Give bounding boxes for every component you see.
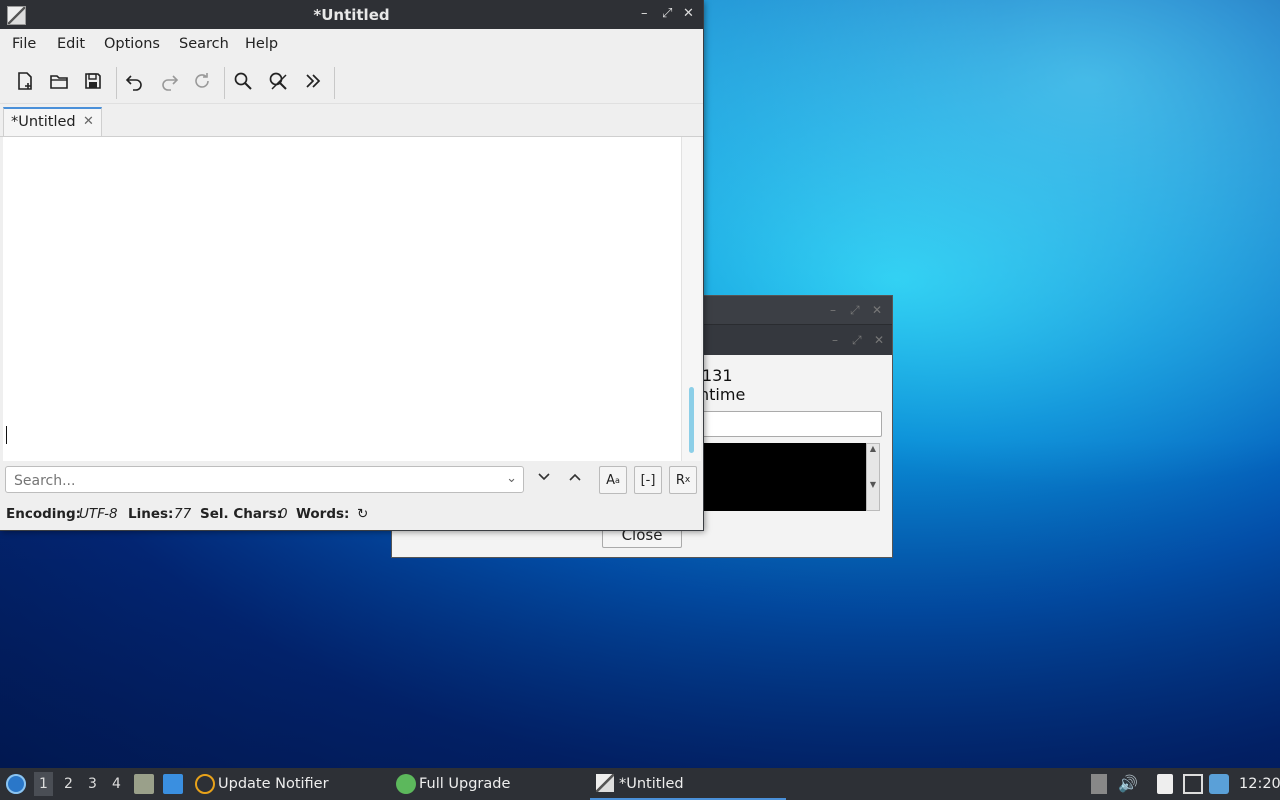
search-icon bbox=[234, 72, 252, 90]
search-field[interactable]: ⌄ bbox=[5, 466, 524, 493]
dialog-text-line1: 131 bbox=[702, 366, 733, 385]
open-button[interactable] bbox=[45, 67, 73, 95]
gear-icon bbox=[396, 774, 416, 794]
menu-help[interactable]: Help bbox=[245, 36, 278, 52]
new-document-icon bbox=[18, 72, 32, 90]
close-icon[interactable]: ✕ bbox=[872, 303, 882, 317]
network-icon[interactable] bbox=[1183, 774, 1203, 794]
terminal-output bbox=[692, 443, 866, 511]
find-previous-button[interactable] bbox=[568, 470, 582, 488]
workspace-3[interactable]: 3 bbox=[88, 776, 97, 792]
taskbar: 1 2 3 4 Update Notifier Full Upgrade *Un… bbox=[0, 768, 1280, 800]
find-button[interactable] bbox=[229, 67, 257, 95]
sel-chars-label: Sel. Chars: bbox=[200, 506, 283, 522]
regex-icon: R bbox=[675, 472, 685, 488]
toolbar bbox=[0, 59, 703, 104]
tray-up-arrow-icon[interactable] bbox=[1091, 774, 1107, 794]
folder-icon bbox=[50, 75, 68, 89]
scrollbar-thumb[interactable] bbox=[689, 387, 694, 453]
clock[interactable]: 12:20 bbox=[1239, 776, 1280, 792]
text-editor-icon bbox=[596, 774, 614, 792]
task-untitled[interactable]: *Untitled bbox=[619, 776, 684, 792]
dialog-input-field[interactable] bbox=[692, 411, 882, 437]
workspace-2[interactable]: 2 bbox=[64, 776, 73, 792]
tab-bar: *Untitled ✕ bbox=[0, 104, 703, 137]
lines-value: 77 bbox=[174, 506, 192, 522]
editor-scrollbar[interactable] bbox=[681, 137, 701, 461]
workspace-4[interactable]: 4 bbox=[112, 776, 121, 792]
menu-file[interactable]: File bbox=[12, 36, 36, 52]
minimize-icon[interactable]: – bbox=[832, 333, 838, 347]
match-case-icon: A bbox=[606, 472, 615, 488]
status-bar: Encoding: UTF-8 Lines: 77 Sel. Chars: 0 … bbox=[0, 502, 703, 528]
toolbar-separator bbox=[224, 67, 225, 99]
task-full-upgrade[interactable]: Full Upgrade bbox=[419, 776, 510, 792]
save-icon bbox=[85, 73, 101, 89]
whole-word-icon: [-] bbox=[640, 472, 656, 488]
encoding-label: Encoding: bbox=[6, 506, 82, 522]
find-next-button[interactable] bbox=[537, 470, 551, 488]
new-document-button[interactable] bbox=[11, 67, 39, 95]
chevron-up-icon bbox=[569, 473, 581, 481]
close-tab-icon[interactable]: ✕ bbox=[83, 114, 94, 129]
tab-label: *Untitled bbox=[11, 114, 76, 130]
maximize-icon[interactable]: ⤢ bbox=[850, 303, 860, 318]
maximize-icon[interactable]: ⤢ bbox=[662, 6, 672, 21]
toolbar-separator bbox=[116, 67, 117, 99]
chevron-down-icon bbox=[538, 473, 550, 481]
redo-button[interactable] bbox=[155, 67, 183, 95]
lines-label: Lines: bbox=[128, 506, 174, 522]
file-manager-icon[interactable] bbox=[134, 774, 154, 794]
double-chevron-right-icon bbox=[306, 74, 321, 88]
menu-edit[interactable]: Edit bbox=[57, 36, 85, 52]
undo-button[interactable] bbox=[121, 67, 149, 95]
update-notifier-icon bbox=[195, 774, 215, 794]
match-case-button[interactable]: Aa bbox=[599, 466, 627, 494]
window-title: *Untitled bbox=[313, 6, 390, 24]
window-titlebar[interactable]: *Untitled – ⤢ ✕ bbox=[0, 0, 703, 29]
encoding-value: UTF-8 bbox=[79, 506, 118, 522]
whole-word-button[interactable]: [-] bbox=[634, 466, 662, 494]
undo-icon bbox=[125, 75, 142, 91]
dialog-text-line2: ntime bbox=[699, 385, 746, 404]
close-icon[interactable]: ✕ bbox=[683, 6, 694, 21]
refresh-icon[interactable]: ↻ bbox=[357, 506, 368, 522]
words-label: Words: bbox=[296, 506, 350, 522]
more-button[interactable] bbox=[299, 67, 327, 95]
replace-button[interactable] bbox=[264, 67, 292, 95]
toolbar-separator bbox=[334, 67, 335, 99]
task-update-notifier[interactable]: Update Notifier bbox=[218, 776, 329, 792]
text-editor[interactable] bbox=[3, 137, 681, 461]
chevron-down-icon[interactable]: ⌄ bbox=[506, 471, 517, 486]
volume-icon[interactable]: 🔊 bbox=[1118, 774, 1138, 794]
dialog-scrollbar[interactable]: ▲ ▼ bbox=[866, 443, 880, 511]
workspace-1[interactable]: 1 bbox=[34, 772, 53, 796]
menu-search[interactable]: Search bbox=[179, 36, 229, 52]
sel-chars-value: 0 bbox=[279, 506, 288, 522]
redo-icon bbox=[162, 75, 179, 91]
reload-button[interactable] bbox=[188, 67, 216, 95]
save-button[interactable] bbox=[79, 67, 107, 95]
minimize-icon[interactable]: – bbox=[830, 303, 836, 317]
featherpad-window: *Untitled – ⤢ ✕ File Edit Options Search… bbox=[0, 0, 703, 530]
minimize-icon[interactable]: – bbox=[641, 6, 648, 21]
maximize-icon[interactable]: ⤢ bbox=[852, 333, 862, 348]
text-caret bbox=[6, 426, 7, 444]
replace-icon bbox=[269, 72, 287, 90]
reload-icon bbox=[195, 73, 209, 88]
notification-icon[interactable] bbox=[1209, 774, 1229, 794]
menubar: File Edit Options Search Help bbox=[0, 29, 703, 59]
start-menu-icon[interactable] bbox=[6, 774, 26, 794]
close-icon[interactable]: ✕ bbox=[874, 333, 884, 347]
clipboard-icon[interactable] bbox=[1157, 774, 1173, 794]
show-desktop-icon[interactable] bbox=[163, 774, 183, 794]
menu-options[interactable]: Options bbox=[104, 36, 160, 52]
tab-untitled[interactable]: *Untitled ✕ bbox=[3, 107, 102, 136]
search-bar: ⌄ Aa [-] Rx bbox=[0, 463, 703, 499]
regex-button[interactable]: Rx bbox=[669, 466, 697, 494]
search-input[interactable] bbox=[12, 470, 496, 491]
